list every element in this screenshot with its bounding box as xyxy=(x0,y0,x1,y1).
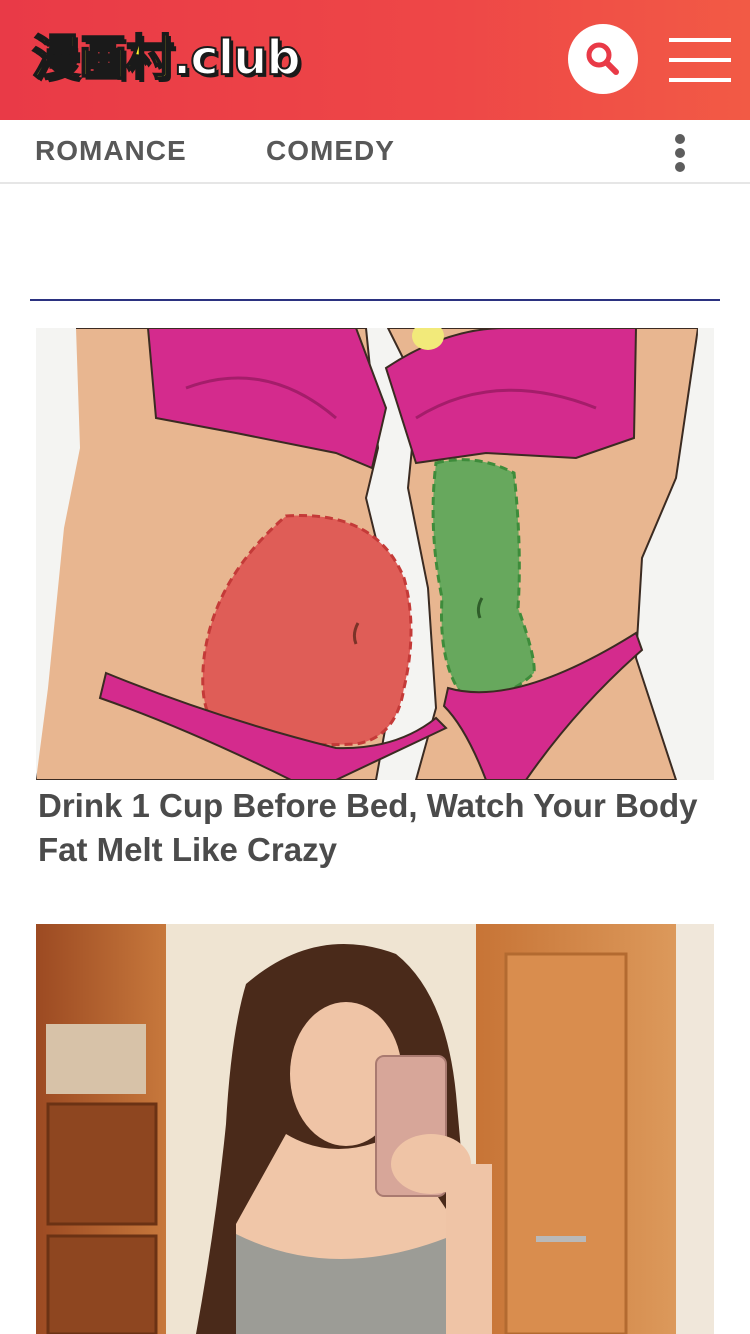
section-divider xyxy=(30,299,720,301)
article-title[interactable]: Drink 1 Cup Before Bed, Watch Your Body … xyxy=(38,784,698,872)
article-image[interactable] xyxy=(36,328,714,780)
site-logo[interactable]: 漫画村.club xyxy=(31,28,302,88)
search-button[interactable] xyxy=(568,24,638,94)
nav-item-comedy[interactable]: COMEDY xyxy=(266,120,395,182)
photo-placeholder xyxy=(36,924,714,1334)
logo-text: 漫画村 xyxy=(31,29,175,87)
dot xyxy=(675,148,685,158)
body-illustration xyxy=(36,328,714,780)
menu-line xyxy=(669,38,731,42)
category-nav: ROMANCE COMEDY xyxy=(0,120,750,184)
search-icon xyxy=(586,42,619,75)
dot xyxy=(675,134,685,144)
nav-item-romance[interactable]: ROMANCE xyxy=(35,120,187,182)
menu-line xyxy=(669,78,731,82)
article-image[interactable] xyxy=(36,924,714,1334)
dot xyxy=(675,162,685,172)
hamburger-menu-button[interactable] xyxy=(669,38,731,82)
logo-suffix: .club xyxy=(172,29,302,87)
site-header: 漫画村.club xyxy=(0,0,750,120)
menu-line xyxy=(669,58,731,62)
more-options-button[interactable] xyxy=(668,132,692,172)
